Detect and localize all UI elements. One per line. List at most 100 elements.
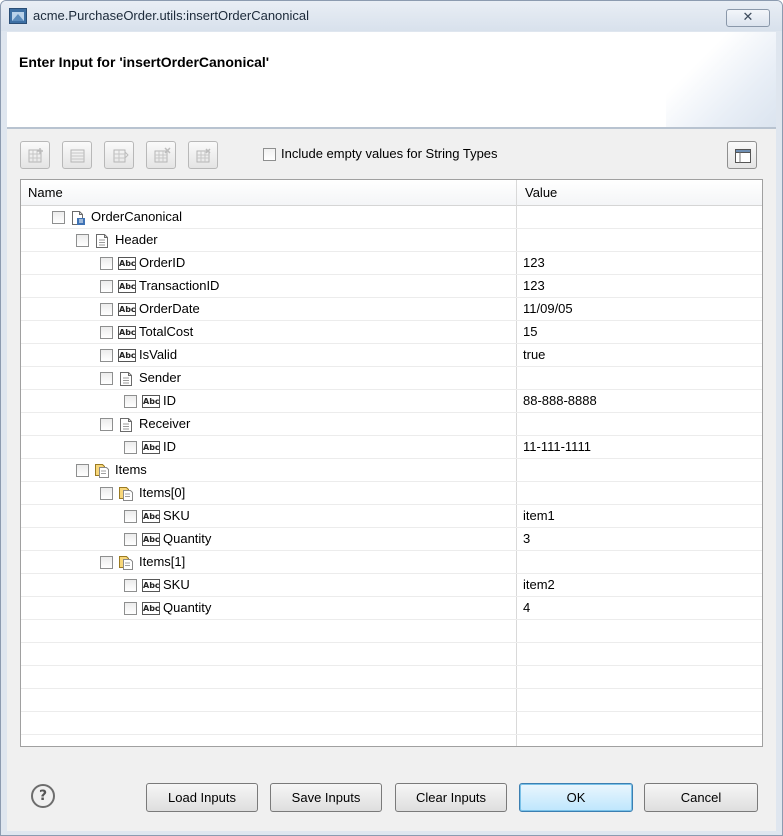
load-inputs-button[interactable]: Load Inputs — [146, 783, 258, 812]
document-icon — [118, 417, 134, 433]
string-abc-icon: Abc — [142, 441, 160, 454]
layout-toggle-button[interactable] — [727, 141, 757, 169]
row-value[interactable]: 11/09/05 — [523, 301, 573, 316]
tree-row[interactable]: OrderCanonical — [21, 206, 762, 229]
include-empty-checkbox[interactable] — [263, 148, 276, 161]
empty-row[interactable] — [21, 712, 762, 735]
insert-row-button[interactable] — [62, 141, 92, 169]
row-label: ID — [163, 439, 176, 454]
tree-row[interactable]: Abc TotalCost 15 — [21, 321, 762, 344]
row-checkbox[interactable] — [76, 464, 89, 477]
row-checkbox[interactable] — [100, 418, 113, 431]
string-abc-icon: Abc — [142, 395, 160, 408]
row-label: TransactionID — [139, 278, 220, 293]
row-label: Receiver — [139, 416, 191, 431]
tree-row[interactable]: Items — [21, 459, 762, 482]
tree-row[interactable]: Abc SKU item1 — [21, 505, 762, 528]
row-checkbox[interactable] — [124, 579, 137, 592]
tree-row[interactable]: Abc OrderDate 11/09/05 — [21, 298, 762, 321]
row-label: ID — [163, 393, 176, 408]
row-checkbox[interactable] — [76, 234, 89, 247]
row-label: IsValid — [139, 347, 178, 362]
row-checkbox[interactable] — [100, 349, 113, 362]
tree-row[interactable]: Abc ID 11-111-1111 — [21, 436, 762, 459]
close-button[interactable]: ✕ — [726, 9, 770, 27]
row-checkbox[interactable] — [124, 441, 137, 454]
row-label: Quantity — [163, 531, 212, 546]
row-value[interactable]: 88-888-8888 — [523, 393, 597, 408]
button-bar: ? Load Inputs Save Inputs Clear Inputs O… — [7, 759, 776, 831]
tree-row[interactable]: Items[1] — [21, 551, 762, 574]
row-value[interactable]: 3 — [523, 531, 530, 546]
row-checkbox[interactable] — [100, 487, 113, 500]
row-label: Items[0] — [139, 485, 186, 500]
delete-row-icon — [154, 147, 171, 163]
string-abc-icon: Abc — [118, 257, 136, 270]
app-icon — [9, 8, 27, 24]
row-value[interactable]: 15 — [523, 324, 537, 339]
empty-row[interactable] — [21, 620, 762, 643]
row-checkbox[interactable] — [100, 257, 113, 270]
move-row-button[interactable] — [104, 141, 134, 169]
string-abc-icon: Abc — [118, 280, 136, 293]
header-banner-graphic — [666, 32, 776, 127]
dialog-window: acme.PurchaseOrder.utils:insertOrderCano… — [0, 0, 783, 836]
insert-row-icon — [70, 149, 85, 163]
empty-row[interactable] — [21, 643, 762, 666]
row-checkbox[interactable] — [100, 372, 113, 385]
empty-row[interactable] — [21, 666, 762, 689]
ok-button[interactable]: OK — [519, 783, 633, 812]
document-icon — [118, 371, 134, 387]
row-checkbox[interactable] — [124, 510, 137, 523]
row-value[interactable]: true — [523, 347, 545, 362]
column-header-value[interactable]: Value — [525, 185, 557, 200]
tree-row[interactable]: Abc Quantity 4 — [21, 597, 762, 620]
title-bar: acme.PurchaseOrder.utils:insertOrderCano… — [1, 1, 782, 31]
tree-row[interactable]: Header — [21, 229, 762, 252]
delete-row-button[interactable] — [146, 141, 176, 169]
row-checkbox[interactable] — [100, 280, 113, 293]
row-label: Items[1] — [139, 554, 186, 569]
tree-row[interactable]: Abc SKU item2 — [21, 574, 762, 597]
tree-row[interactable]: Abc Quantity 3 — [21, 528, 762, 551]
content-panel: Include empty values for String Types Na… — [7, 129, 776, 759]
help-button[interactable]: ? — [31, 784, 55, 808]
add-row-button[interactable] — [20, 141, 50, 169]
tree-row[interactable]: Abc IsValid true — [21, 344, 762, 367]
clear-inputs-button[interactable]: Clear Inputs — [395, 783, 507, 812]
row-checkbox[interactable] — [100, 556, 113, 569]
move-row-icon — [113, 149, 129, 163]
input-tree-table[interactable]: Name Value OrderCanonical Header Abc OrderI… — [20, 179, 763, 747]
remove-row-icon — [196, 148, 211, 163]
tree-row[interactable]: Abc OrderID 123 — [21, 252, 762, 275]
dialog-heading: Enter Input for 'insertOrderCanonical' — [19, 54, 270, 70]
row-value[interactable]: 4 — [523, 600, 530, 615]
row-value[interactable]: 123 — [523, 278, 545, 293]
tree-row[interactable]: Abc TransactionID 123 — [21, 275, 762, 298]
tree-row[interactable]: Items[0] — [21, 482, 762, 505]
row-label: Sender — [139, 370, 181, 385]
row-checkbox[interactable] — [124, 602, 137, 615]
column-header-name[interactable]: Name — [28, 185, 63, 200]
cancel-button[interactable]: Cancel — [644, 783, 758, 812]
tree-row[interactable]: Abc ID 88-888-8888 — [21, 390, 762, 413]
close-icon: ✕ — [742, 10, 754, 25]
row-checkbox[interactable] — [100, 326, 113, 339]
tree-row[interactable]: Sender — [21, 367, 762, 390]
row-checkbox[interactable] — [124, 533, 137, 546]
include-empty-label: Include empty values for String Types — [281, 146, 498, 161]
save-inputs-button[interactable]: Save Inputs — [270, 783, 382, 812]
row-checkbox[interactable] — [124, 395, 137, 408]
row-value[interactable]: item2 — [523, 577, 555, 592]
row-checkbox[interactable] — [52, 211, 65, 224]
empty-row[interactable] — [21, 689, 762, 712]
row-label: TotalCost — [139, 324, 194, 339]
row-label: Header — [115, 232, 158, 247]
tree-row[interactable]: Receiver — [21, 413, 762, 436]
row-checkbox[interactable] — [100, 303, 113, 316]
row-value[interactable]: 123 — [523, 255, 545, 270]
row-value[interactable]: 11-111-1111 — [523, 439, 591, 454]
remove-row-button[interactable] — [188, 141, 218, 169]
row-value[interactable]: item1 — [523, 508, 555, 523]
window-title: acme.PurchaseOrder.utils:insertOrderCano… — [33, 8, 310, 23]
